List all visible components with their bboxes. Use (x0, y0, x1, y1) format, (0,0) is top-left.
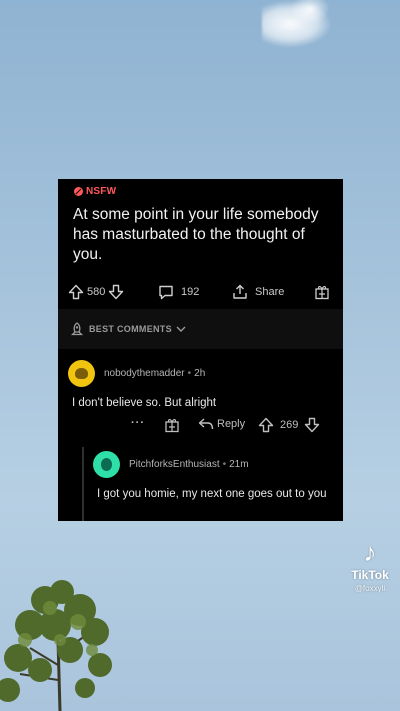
comment-author[interactable]: nobodythemadder (104, 368, 185, 379)
reply-button[interactable]: Reply (198, 417, 245, 431)
nsfw-badge: NSFW (74, 186, 116, 197)
downvote-icon[interactable] (304, 417, 320, 433)
vote-group: 580 (68, 284, 124, 300)
comment-body: I got you homie, my next one goes out to… (97, 488, 327, 500)
comment-count: 192 (181, 286, 200, 298)
comment-icon (159, 285, 173, 300)
upvote-icon[interactable] (68, 284, 84, 300)
share-label: Share (255, 286, 285, 298)
downvote-icon[interactable] (108, 284, 124, 300)
award-icon (315, 285, 329, 300)
comment-action-bar: ··· Reply 269 (58, 415, 343, 435)
comment-meta: PitchforksEnthusiast • 21m (129, 459, 249, 470)
sort-label: BEST COMMENTS (89, 324, 172, 334)
comments-button[interactable]: 192 (158, 284, 202, 300)
comment-age: 2h (194, 368, 206, 379)
share-button[interactable]: Share (232, 284, 287, 300)
post: NSFW At some point in your life somebody… (58, 179, 343, 309)
sort-comments-dropdown[interactable]: BEST COMMENTS (58, 309, 343, 349)
post-action-bar: 580 192 Share (58, 281, 343, 303)
tiktok-brand: TikTok (351, 568, 389, 582)
tree-foliage (0, 580, 112, 711)
cloud (290, 0, 330, 24)
award-button[interactable] (314, 284, 330, 300)
comment-vote-group: 269 (258, 417, 320, 433)
reply-label: Reply (217, 418, 246, 430)
upvote-icon[interactable] (258, 417, 274, 433)
rocket-icon (70, 322, 84, 336)
award-icon (165, 418, 179, 433)
tiktok-logo-icon: ♪ (363, 537, 377, 567)
comment-age: 21m (229, 459, 249, 470)
avatar[interactable] (93, 451, 120, 478)
share-icon (233, 284, 247, 299)
comment-vote-count: 269 (280, 419, 299, 431)
post-title: At some point in your life somebody has … (73, 206, 319, 263)
more-options-icon[interactable]: ··· (131, 417, 145, 429)
award-button[interactable] (164, 417, 180, 433)
tiktok-watermark: ♪ TikTok @foxxyli (344, 538, 396, 593)
comment-author[interactable]: PitchforksEnthusiast (129, 459, 220, 470)
post-vote-count: 580 (87, 286, 106, 298)
reddit-post-card: NSFW At some point in your life somebody… (58, 179, 343, 521)
comment-body: I don't believe so. But alright (72, 397, 217, 409)
reply-icon (198, 418, 214, 430)
tiktok-handle: @foxxyli (354, 584, 386, 593)
comment-meta: nobodythemadder • 2h (104, 368, 206, 379)
nsfw-icon (74, 187, 83, 196)
thread-line[interactable] (82, 447, 84, 521)
avatar[interactable] (68, 360, 95, 387)
chevron-down-icon (176, 326, 186, 332)
nsfw-label: NSFW (86, 186, 117, 197)
